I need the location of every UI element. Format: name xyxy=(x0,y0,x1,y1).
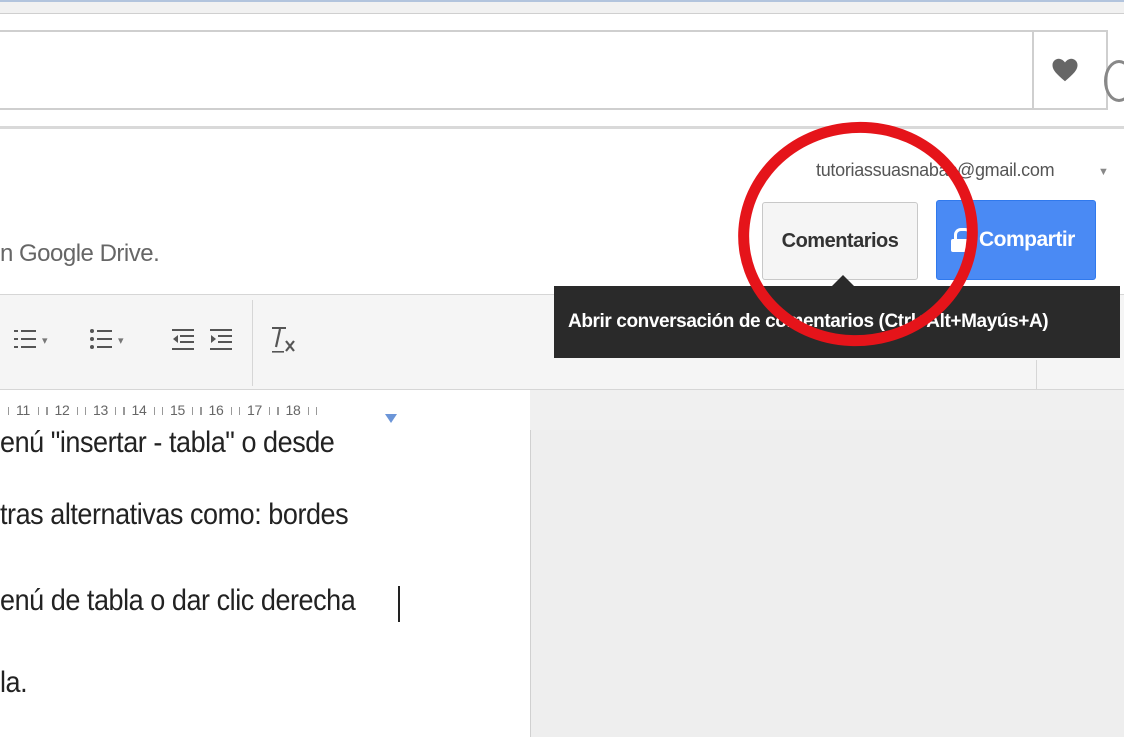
ruler-tick xyxy=(307,407,309,415)
browser-top-strip xyxy=(0,0,1124,14)
ruler-number: 15 xyxy=(170,402,185,418)
clear-formatting-button[interactable] xyxy=(270,320,298,360)
divider xyxy=(0,126,1124,129)
chevron-down-icon: ▾ xyxy=(118,334,124,347)
ruler-tick xyxy=(76,407,78,415)
clear-formatting-icon xyxy=(272,327,295,353)
ruler-number: 17 xyxy=(247,402,262,418)
ruler-tick xyxy=(277,407,279,415)
page-outside-area xyxy=(530,430,1124,737)
toolbar-divider xyxy=(1036,360,1037,390)
ruler-tick xyxy=(200,407,202,415)
increase-indent-button[interactable] xyxy=(210,320,232,360)
decrease-indent-button[interactable] xyxy=(172,320,194,360)
ruler-tick xyxy=(85,407,86,415)
chevron-down-icon: ▾ xyxy=(42,334,48,347)
document-text-line[interactable]: tras alternativas como: bordes xyxy=(0,498,349,532)
ruler-tick xyxy=(269,407,270,415)
ruler-tick xyxy=(46,407,48,415)
document-text-line[interactable]: enú de tabla o dar clic derecha xyxy=(0,584,356,618)
address-bar[interactable] xyxy=(0,30,1108,110)
favorite-button[interactable] xyxy=(1032,30,1096,110)
decrease-indent-icon xyxy=(172,329,194,350)
toolbar-divider xyxy=(252,300,253,386)
ruler-tick xyxy=(8,407,9,415)
ruler-number: 14 xyxy=(131,402,147,418)
ruler-tick xyxy=(153,407,155,415)
bulleted-list-icon xyxy=(90,329,112,349)
share-button-label: Compartir xyxy=(979,228,1075,251)
ruler-tick xyxy=(192,407,193,415)
ruler-number: 16 xyxy=(208,402,224,418)
document-text-line[interactable]: enú "insertar - tabla" o desde xyxy=(0,426,335,460)
ruler-tick xyxy=(38,407,39,415)
increase-indent-icon xyxy=(210,329,232,350)
numbered-list-button[interactable]: ▾ xyxy=(14,320,48,360)
doc-subtitle: n Google Drive. xyxy=(0,240,160,267)
ruler-tick xyxy=(162,407,163,415)
numbered-list-icon xyxy=(14,330,36,348)
ruler-number: 18 xyxy=(285,402,301,418)
document-text-line[interactable]: la. xyxy=(0,666,28,700)
ruler-tick xyxy=(230,407,232,415)
ruler-tick xyxy=(123,407,125,415)
ruler-tick xyxy=(315,407,317,415)
chevron-down-icon[interactable]: ▼ xyxy=(1098,166,1109,178)
ruler-margin xyxy=(530,390,1124,430)
ruler-number: 11 xyxy=(16,402,30,418)
bulleted-list-button[interactable]: ▾ xyxy=(90,320,124,360)
indent-marker[interactable] xyxy=(385,414,397,423)
heart-icon xyxy=(1052,58,1078,82)
ruler-number: 13 xyxy=(93,402,108,418)
text-cursor xyxy=(398,586,400,622)
ruler-number: 12 xyxy=(54,402,70,418)
ruler-tick xyxy=(239,407,240,415)
ruler-tick xyxy=(115,407,116,415)
